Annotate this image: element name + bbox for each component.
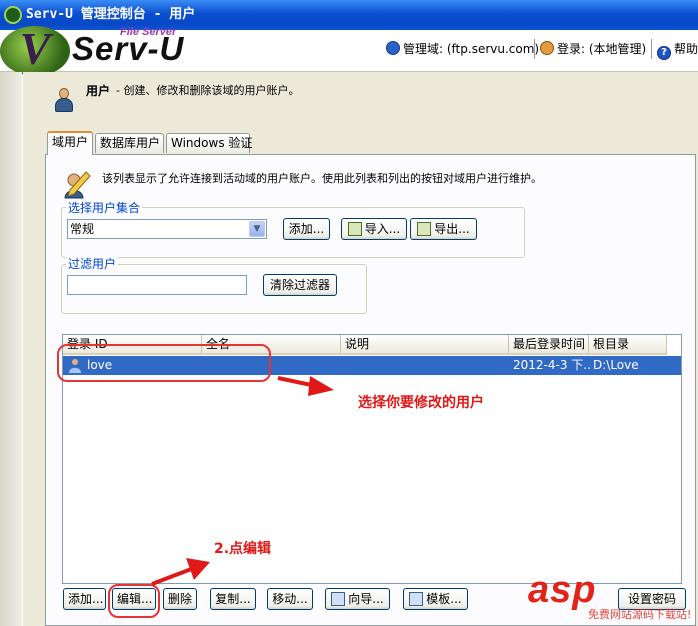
filter-legend: 过滤用户 (66, 257, 119, 271)
user-edit-icon (64, 171, 91, 199)
delete-user-button[interactable]: 删除 (163, 588, 197, 610)
header-divider (651, 39, 652, 59)
user-set-legend: 选择用户集合 (66, 201, 143, 215)
help-link[interactable]: ? 帮助 (657, 40, 698, 60)
watermark-subtitle: 免费网站源码下载站! (588, 608, 692, 621)
move-user-button[interactable]: 移动... (267, 588, 313, 610)
globe-icon (386, 41, 400, 55)
template-icon (409, 592, 424, 606)
wizard-button[interactable]: 向导... (325, 588, 390, 610)
manage-domain-link[interactable]: 管理域: (ftp.servu.com) (386, 40, 539, 58)
clear-filter-button[interactable]: 清除过滤器 (263, 274, 337, 296)
highlight-user-row (57, 344, 271, 382)
cell-root-dir: D:\Love (593, 358, 639, 372)
export-label: 导出... (434, 222, 470, 236)
import-label: 导入... (364, 222, 401, 236)
logo-text: Serv-U (72, 30, 185, 67)
users-page-icon (53, 88, 75, 112)
column-description[interactable]: 说明 (341, 335, 509, 355)
serv-u-logo-icon: V (0, 26, 70, 76)
page-description: - 创建、修改和删除该域的用户账户。 (116, 84, 300, 97)
wizard-icon (331, 592, 346, 606)
export-button[interactable]: 导出... (410, 218, 477, 240)
login-label: 登录: (本地管理) (557, 42, 647, 56)
tab-windows-auth[interactable]: Windows 验证 (166, 133, 252, 153)
chevron-down-icon[interactable]: ▼ (249, 221, 265, 237)
watermark-brand: asp (528, 569, 597, 611)
cell-last-login: 2012-4-3 下... (513, 358, 591, 372)
arrow-right-icon (277, 376, 334, 396)
user-set-value: 常规 (70, 222, 95, 236)
column-last-login[interactable]: 最后登录时间 (509, 335, 589, 355)
copy-user-button[interactable]: 复制... (210, 588, 256, 610)
watermark: asp 免费网站源码下载站! (528, 570, 698, 626)
login-link[interactable]: 登录: (本地管理) (540, 40, 646, 58)
panel-description: 该列表显示了允许连接到活动域的用户账户。使用此列表和列出的按钮对域用户进行维护。 (102, 172, 542, 185)
add-user-button[interactable]: 添加... (63, 588, 106, 610)
page-title: 用户 (86, 84, 111, 98)
add-collection-button[interactable]: 添加... (283, 218, 330, 240)
title-bar: Serv-U 管理控制台 - 用户 (0, 0, 698, 30)
import-icon (347, 222, 362, 236)
template-label: 模板... (426, 592, 462, 606)
manage-domain-label: 管理域: (ftp.servu.com) (403, 42, 540, 56)
import-button[interactable]: 导入... (341, 218, 407, 240)
user-set-select[interactable]: 常规 ▼ (67, 219, 267, 239)
annotation-click-edit: 2.点编辑 (214, 541, 272, 557)
filter-input[interactable] (67, 275, 247, 295)
left-sidebar (0, 72, 22, 626)
highlight-edit-button (108, 584, 160, 618)
help-label: 帮助 (674, 42, 698, 56)
wizard-label: 向导... (348, 592, 384, 606)
tab-domain-users[interactable]: 域用户 (47, 131, 93, 155)
tab-database-users[interactable]: 数据库用户 (95, 133, 164, 153)
app-icon (4, 6, 22, 24)
template-button[interactable]: 模板... (403, 588, 468, 610)
arrow-to-edit-icon (151, 558, 210, 586)
export-icon (417, 222, 432, 236)
header-divider (534, 39, 535, 59)
help-icon: ? (657, 46, 671, 60)
column-root-dir[interactable]: 根目录 (589, 335, 667, 355)
annotation-select-user: 选择你要修改的用户 (358, 395, 484, 411)
user-icon (540, 41, 554, 55)
